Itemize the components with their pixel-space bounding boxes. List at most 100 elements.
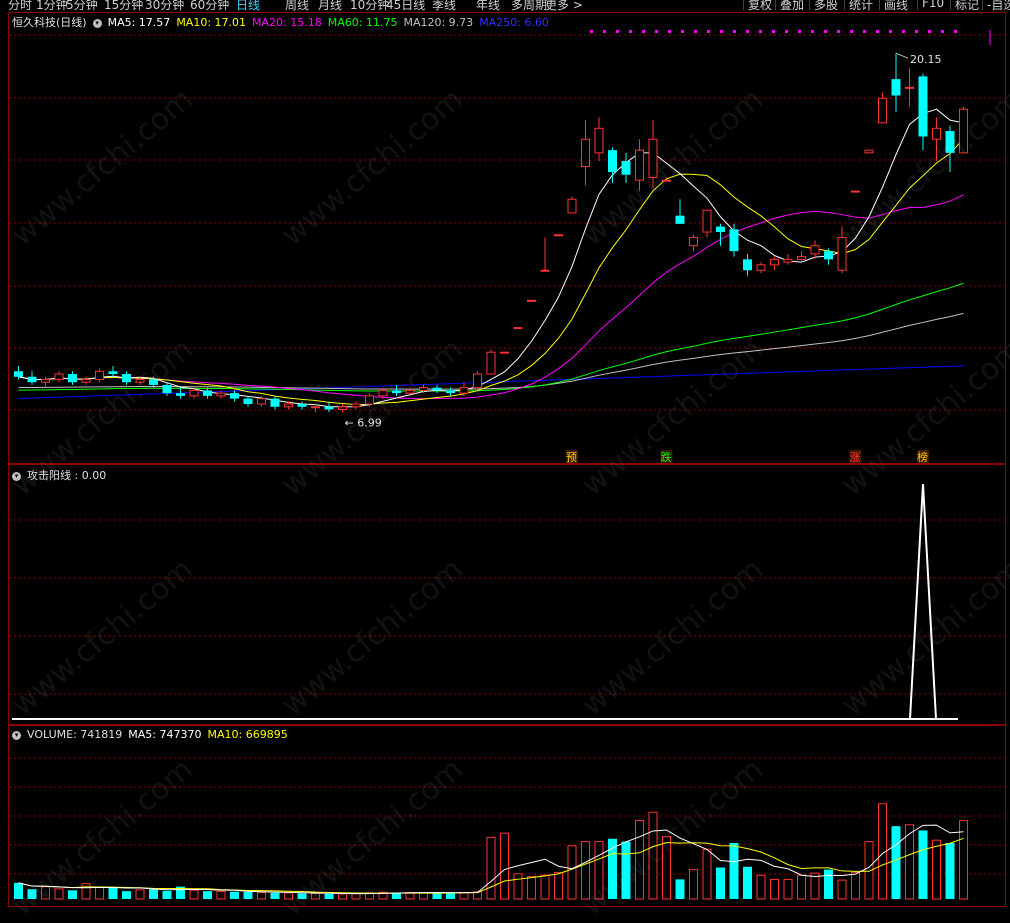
volume-bar bbox=[230, 891, 239, 899]
top-dot-marker bbox=[668, 30, 671, 33]
candle-body bbox=[621, 161, 631, 175]
top-dot-marker bbox=[811, 30, 814, 33]
candle-body bbox=[554, 234, 563, 237]
candle-body bbox=[405, 389, 415, 394]
ma5-value: MA5: 17.57 bbox=[107, 16, 171, 29]
top-dot-marker bbox=[850, 30, 853, 33]
ma60-line bbox=[18, 282, 964, 392]
volume-bar bbox=[621, 841, 631, 899]
candle-body bbox=[149, 379, 158, 385]
volume-bar bbox=[257, 892, 266, 900]
candle-body bbox=[216, 392, 226, 397]
candle-body bbox=[284, 403, 293, 408]
top-dot-marker bbox=[733, 30, 736, 33]
candle-body bbox=[473, 373, 482, 389]
candle-body bbox=[27, 376, 37, 383]
top-dot-marker bbox=[655, 30, 658, 33]
candle-body bbox=[324, 406, 334, 410]
candle-body bbox=[311, 406, 320, 409]
top-dot-marker bbox=[824, 30, 827, 33]
volume-bar bbox=[540, 874, 550, 900]
candle-body bbox=[837, 237, 847, 271]
ma20-value: MA20: 15.18 bbox=[252, 16, 322, 29]
high-pointer bbox=[895, 52, 909, 59]
dropdown-icon[interactable]: ▾ bbox=[12, 730, 21, 740]
signal-tag: 跌 bbox=[661, 450, 672, 464]
volume-bar bbox=[554, 871, 563, 900]
candle-body bbox=[54, 373, 64, 380]
top-dot-marker bbox=[954, 30, 957, 33]
volume-bar bbox=[351, 893, 361, 900]
top-dot-marker bbox=[603, 30, 606, 33]
candle-body bbox=[648, 138, 658, 178]
volume-bar bbox=[783, 878, 793, 900]
dropdown-icon[interactable]: ▾ bbox=[92, 18, 102, 28]
volume-bar bbox=[216, 890, 226, 900]
candle-body bbox=[581, 138, 590, 168]
candle-body bbox=[297, 404, 307, 407]
candle-body bbox=[108, 371, 118, 375]
top-dot-marker bbox=[863, 30, 866, 33]
ma120-value: MA120: 9.73 bbox=[403, 16, 474, 29]
candle-body bbox=[95, 370, 104, 380]
candle-body bbox=[351, 403, 361, 408]
candle-body bbox=[243, 398, 253, 405]
top-dot-marker bbox=[629, 30, 632, 33]
top-dot-marker bbox=[746, 30, 749, 33]
volume-bar bbox=[27, 889, 37, 899]
candle-body bbox=[743, 259, 752, 271]
dropdown-icon[interactable]: ▾ bbox=[12, 471, 21, 481]
volume-bar bbox=[95, 886, 104, 900]
volume-bar bbox=[513, 873, 523, 900]
candle-body bbox=[527, 299, 536, 302]
candle-body bbox=[392, 390, 401, 394]
volume-bar bbox=[14, 882, 23, 899]
stock-chart-svg: 20.15 ← 6.99 预 跌 涨 榜 bbox=[9, 30, 1005, 900]
candle-body bbox=[365, 395, 374, 405]
candle-body bbox=[270, 398, 280, 407]
indicator-spike bbox=[909, 483, 937, 720]
volume-bar bbox=[162, 890, 172, 899]
volume-bar bbox=[149, 889, 158, 899]
volume-bar bbox=[270, 892, 280, 899]
top-dot-marker bbox=[642, 30, 645, 33]
volume-bar bbox=[311, 892, 320, 900]
candle-body bbox=[162, 384, 172, 394]
volume-bar bbox=[702, 848, 712, 900]
candle-body bbox=[446, 390, 455, 394]
ma250-value: MA250: 6.60 bbox=[479, 16, 549, 29]
volume-bar bbox=[743, 866, 752, 899]
volume-bar bbox=[594, 841, 604, 900]
candle-body bbox=[635, 149, 644, 181]
candle-body bbox=[500, 351, 509, 354]
top-dot-marker bbox=[720, 30, 723, 33]
candle-body bbox=[864, 149, 874, 154]
candle-body bbox=[81, 378, 91, 383]
top-dot-marker bbox=[798, 30, 801, 33]
volume-bar bbox=[486, 836, 496, 900]
signal-tag: 预 bbox=[566, 451, 577, 464]
candle-body bbox=[257, 398, 266, 405]
candle-body bbox=[513, 327, 523, 330]
candle-body bbox=[891, 79, 901, 96]
volume-bar bbox=[500, 832, 509, 900]
candle-body bbox=[959, 108, 968, 154]
volume-bar bbox=[419, 892, 428, 900]
candle-body bbox=[878, 97, 887, 124]
candle-body bbox=[230, 393, 239, 399]
indicator-header: ▾ 攻击阳线 : 0.00 bbox=[12, 467, 112, 483]
candle-body bbox=[824, 251, 833, 260]
candle-body bbox=[918, 76, 928, 137]
candle-body bbox=[675, 215, 685, 224]
volume-bar bbox=[338, 893, 347, 900]
candle-body bbox=[189, 389, 199, 397]
candle-body bbox=[419, 387, 428, 391]
candle-body bbox=[203, 390, 212, 396]
volume-bar bbox=[756, 874, 766, 900]
candle-body bbox=[122, 374, 131, 383]
volume-bar bbox=[648, 811, 658, 900]
volume-bar bbox=[797, 874, 806, 900]
ma10-value: MA10: 17.01 bbox=[176, 16, 247, 29]
top-dot-marker bbox=[785, 30, 788, 33]
volume-bar bbox=[567, 845, 577, 900]
